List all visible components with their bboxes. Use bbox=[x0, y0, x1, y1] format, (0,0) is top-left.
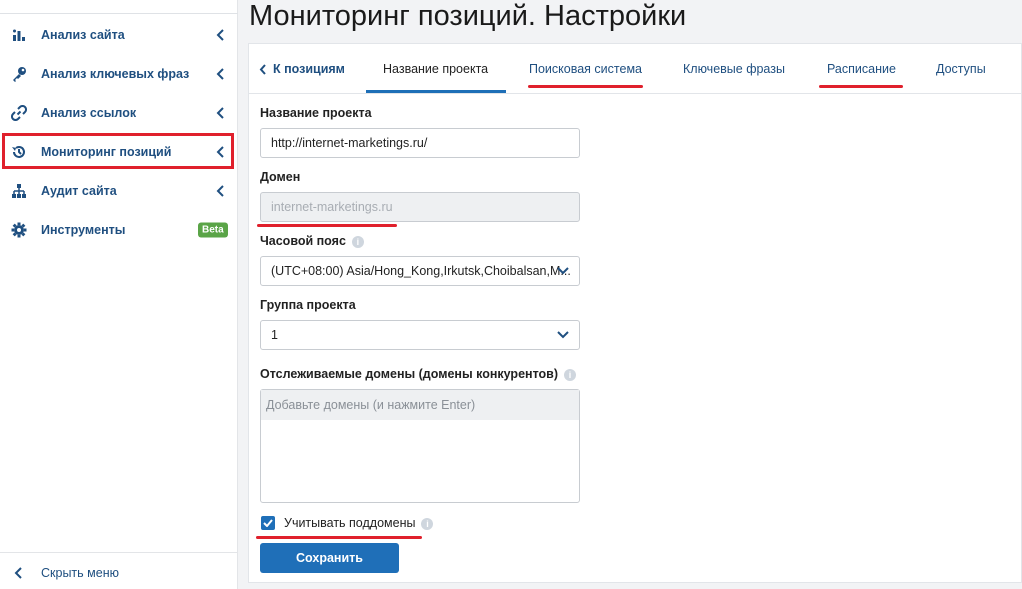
subdomains-checkbox[interactable] bbox=[261, 516, 275, 530]
key-icon bbox=[10, 65, 28, 83]
settings-card: К позициям Название проекта Поисковая си… bbox=[248, 43, 1022, 583]
beta-badge: Beta bbox=[198, 222, 228, 237]
domain-label: Домен bbox=[260, 170, 301, 184]
timezone-label: Часовой пояс bbox=[260, 234, 346, 248]
sidebar-item-keyword-analysis[interactable]: Анализ ключевых фраз bbox=[0, 54, 238, 93]
timezone-label-row: Часовой пояс i bbox=[260, 234, 364, 248]
sidebar-item-site-audit[interactable]: Аудит сайта bbox=[0, 171, 238, 210]
bar-chart-icon bbox=[10, 26, 28, 44]
sidebar-item-label: Анализ ключевых фраз bbox=[41, 66, 190, 81]
competitors-textarea[interactable]: Добавьте домены (и нажмите Enter) bbox=[260, 389, 580, 503]
timezone-select[interactable]: (UTC+08:00) Asia/Hong_Kong,Irkutsk,Choib… bbox=[260, 256, 580, 286]
info-icon[interactable]: i bbox=[351, 235, 364, 248]
domain-input: internet-marketings.ru bbox=[260, 192, 580, 222]
sidebar-item-label: Аудит сайта bbox=[41, 183, 117, 198]
competitors-placeholder: Добавьте домены (и нажмите Enter) bbox=[261, 390, 579, 420]
tab-keywords[interactable]: Ключевые фразы bbox=[683, 44, 785, 94]
project-name-label: Название проекта bbox=[260, 106, 372, 120]
page-title: Мониторинг позиций. Настройки bbox=[249, 0, 687, 32]
sidebar: Анализ сайта Анализ ключевых фраз Анализ… bbox=[0, 0, 238, 589]
competitors-label-row: Отслеживаемые домены (домены конкурентов… bbox=[260, 367, 577, 381]
hide-menu-label: Скрыть меню bbox=[41, 566, 119, 580]
group-label: Группа проекта bbox=[260, 298, 356, 312]
chevron-left-icon bbox=[216, 67, 224, 80]
annotation-underline bbox=[257, 224, 397, 227]
check-icon bbox=[263, 519, 273, 527]
gear-icon bbox=[10, 221, 28, 239]
sidebar-item-label: Анализ ссылок bbox=[41, 105, 137, 120]
save-button[interactable]: Сохранить bbox=[260, 543, 399, 573]
group-select[interactable]: 1 bbox=[260, 320, 580, 350]
group-value: 1 bbox=[271, 328, 278, 342]
sidebar-item-tools[interactable]: Инструменты Beta bbox=[0, 210, 238, 249]
highlight-frame bbox=[2, 133, 234, 169]
chevron-left-icon bbox=[14, 567, 22, 579]
subdomains-label: Учитывать поддомены bbox=[284, 516, 416, 530]
sidebar-item-label: Инструменты bbox=[41, 222, 126, 237]
info-icon[interactable]: i bbox=[564, 368, 577, 381]
annotation-underline bbox=[256, 536, 422, 539]
chevron-down-icon bbox=[557, 267, 569, 275]
divider bbox=[0, 552, 238, 553]
chevron-left-icon bbox=[259, 63, 266, 75]
sidebar-item-link-analysis[interactable]: Анализ ссылок bbox=[0, 93, 238, 132]
sidebar-item-label: Анализ сайта bbox=[41, 27, 125, 42]
chevron-left-icon bbox=[216, 28, 224, 41]
link-icon bbox=[10, 104, 28, 122]
annotation-underline bbox=[528, 85, 643, 88]
sitemap-icon bbox=[10, 182, 28, 200]
chevron-left-icon bbox=[216, 106, 224, 119]
timezone-value: (UTC+08:00) Asia/Hong_Kong,Irkutsk,Choib… bbox=[271, 264, 571, 278]
subdomains-label-row: Учитывать поддомены i bbox=[284, 516, 434, 530]
chevron-down-icon bbox=[557, 331, 569, 339]
sidebar-item-site-analysis[interactable]: Анализ сайта bbox=[0, 15, 238, 54]
project-name-input[interactable]: http://internet-marketings.ru/ bbox=[260, 128, 580, 158]
divider bbox=[0, 13, 238, 14]
tab-access[interactable]: Доступы bbox=[936, 44, 986, 94]
info-icon[interactable]: i bbox=[421, 517, 434, 530]
annotation-underline bbox=[819, 85, 903, 88]
chevron-left-icon bbox=[216, 184, 224, 197]
tab-project-name[interactable]: Название проекта bbox=[383, 44, 488, 94]
hide-menu-button[interactable]: Скрыть меню bbox=[0, 560, 238, 586]
active-tab-indicator bbox=[366, 90, 506, 93]
back-to-positions-link[interactable]: К позициям bbox=[259, 44, 345, 94]
back-label: К позициям bbox=[273, 62, 345, 76]
competitors-label: Отслеживаемые домены (домены конкурентов… bbox=[260, 367, 559, 381]
